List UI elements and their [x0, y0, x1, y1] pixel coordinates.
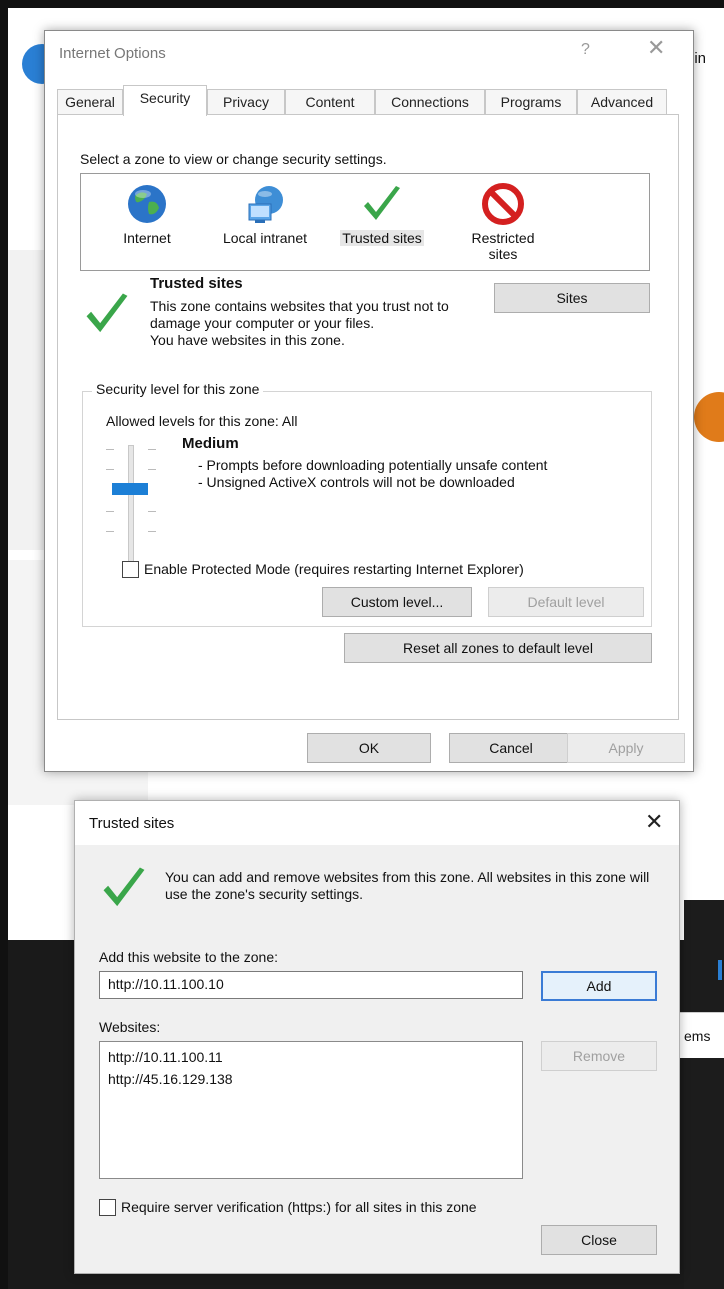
- security-slider-thumb[interactable]: [112, 483, 148, 495]
- tab-general[interactable]: General: [57, 89, 123, 115]
- slider-tick: [148, 531, 156, 532]
- security-level-description: - Prompts before downloading potentially…: [198, 457, 598, 491]
- tab-privacy[interactable]: Privacy: [207, 89, 285, 115]
- slider-tick: [106, 511, 114, 512]
- slider-tick: [148, 469, 156, 470]
- default-level-button[interactable]: Default level: [488, 587, 644, 617]
- checkmark-icon: [360, 182, 404, 229]
- tab-programs[interactable]: Programs: [485, 89, 577, 115]
- tab-strip: General Security Privacy Content Connect…: [57, 85, 677, 116]
- close-button[interactable]: Close: [541, 1225, 657, 1255]
- slider-tick: [148, 449, 156, 450]
- zone-internet[interactable]: Internet: [91, 174, 203, 270]
- require-https-checkbox[interactable]: [99, 1199, 116, 1216]
- list-item[interactable]: http://45.16.129.138: [108, 1068, 514, 1090]
- security-tab-page: Select a zone to view or change security…: [57, 114, 679, 720]
- trusted-checkmark-icon: [82, 289, 132, 342]
- reset-all-zones-button[interactable]: Reset all zones to default level: [344, 633, 652, 663]
- selected-zone-description: This zone contains websites that you tru…: [150, 298, 460, 349]
- blocked-icon: [481, 182, 525, 229]
- require-https-label[interactable]: Require server verification (https:) for…: [121, 1199, 477, 1215]
- intranet-icon: [241, 182, 289, 229]
- left-edge: [0, 0, 8, 1289]
- sites-button[interactable]: Sites: [494, 283, 650, 313]
- slider-tick: [148, 511, 156, 512]
- allowed-levels-text: Allowed levels for this zone: All: [106, 413, 298, 429]
- zone-restricted-sites[interactable]: Restricted sites: [453, 174, 553, 270]
- help-icon[interactable]: ?: [581, 41, 590, 59]
- security-level-legend: Security level for this zone: [92, 381, 264, 397]
- trusted-checkmark-icon: [99, 863, 149, 916]
- zone-label: Restricted sites: [471, 230, 535, 262]
- zone-prompt: Select a zone to view or change security…: [80, 151, 387, 167]
- level-bullet: - Prompts before downloading potentially…: [198, 457, 548, 473]
- tab-advanced[interactable]: Advanced: [577, 89, 667, 115]
- level-bullet: - Unsigned ActiveX controls will not be …: [198, 474, 515, 490]
- slider-tick: [106, 469, 114, 470]
- dialog-title: Trusted sites: [89, 815, 175, 832]
- zone-local-intranet[interactable]: Local intranet: [203, 174, 327, 270]
- zone-note-text: You have websites in this zone.: [150, 332, 345, 348]
- ok-button[interactable]: OK: [307, 733, 431, 763]
- add-website-input[interactable]: http://10.11.100.10: [99, 971, 523, 999]
- websites-list[interactable]: http://10.11.100.11 http://45.16.129.138: [99, 1041, 523, 1179]
- globe-icon: [125, 182, 169, 229]
- slider-tick: [106, 531, 114, 532]
- tab-content[interactable]: Content: [285, 89, 375, 115]
- zone-trusted-sites[interactable]: Trusted sites: [327, 174, 437, 270]
- background-accent: [718, 960, 722, 980]
- trusted-sites-dialog: Trusted sites ✕ You can add and remove w…: [74, 800, 680, 1274]
- zone-description-text: This zone contains websites that you tru…: [150, 298, 449, 331]
- protected-mode-checkbox[interactable]: [122, 561, 139, 578]
- tab-security[interactable]: Security: [123, 85, 207, 116]
- zone-list: Internet Local intranet Trusted sites Re…: [80, 173, 650, 271]
- internet-options-dialog: Internet Options ? ✕ General Security Pr…: [44, 30, 694, 772]
- slider-tick: [106, 449, 114, 450]
- dialog-title: Internet Options: [59, 45, 166, 62]
- tab-connections[interactable]: Connections: [375, 89, 485, 115]
- apply-button[interactable]: Apply: [567, 733, 685, 763]
- custom-level-button[interactable]: Custom level...: [322, 587, 472, 617]
- close-icon[interactable]: ✕: [647, 35, 665, 61]
- trusted-sites-description: You can add and remove websites from thi…: [165, 869, 650, 902]
- title-bar: Trusted sites ✕: [75, 801, 679, 845]
- zone-label: Trusted sites: [340, 230, 424, 246]
- list-item[interactable]: http://10.11.100.11: [108, 1046, 514, 1068]
- websites-label: Websites:: [99, 1019, 161, 1035]
- items-fragment: ems: [684, 1028, 711, 1044]
- close-icon[interactable]: ✕: [645, 809, 663, 835]
- protected-mode-label[interactable]: Enable Protected Mode (requires restarti…: [144, 561, 524, 577]
- remove-button[interactable]: Remove: [541, 1041, 657, 1071]
- zone-label: Internet: [123, 230, 171, 246]
- security-level-name: Medium: [182, 435, 239, 452]
- security-slider-track[interactable]: [128, 445, 134, 569]
- zone-label: Local intranet: [222, 230, 308, 246]
- add-website-label: Add this website to the zone:: [99, 949, 278, 965]
- top-edge: [0, 0, 724, 8]
- background-dark-right: [684, 900, 724, 1289]
- cancel-button[interactable]: Cancel: [449, 733, 573, 763]
- selected-zone-title: Trusted sites: [150, 275, 243, 292]
- add-button[interactable]: Add: [541, 971, 657, 1001]
